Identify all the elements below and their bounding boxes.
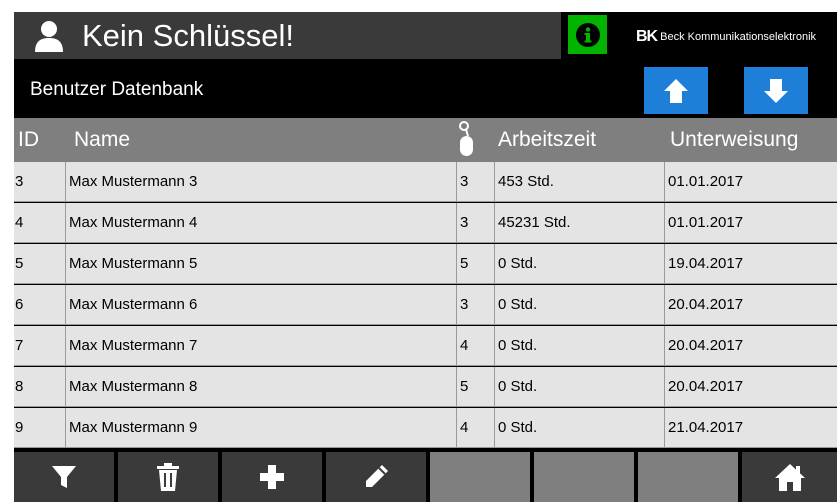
cell-name: Max Mustermann 3	[66, 162, 457, 202]
home-icon	[774, 464, 805, 491]
app-window: Kein Schlüssel! BK Beck Kommunikationsel…	[14, 12, 837, 502]
column-header-key[interactable]	[457, 120, 475, 158]
column-header-time[interactable]: Arbeitszeit	[498, 128, 596, 152]
cell-id: 9	[14, 408, 66, 448]
cell-id: 8	[14, 367, 66, 407]
column-header-name[interactable]: Name	[74, 128, 130, 152]
company-logo: BK Beck Kommunikationselektronik	[636, 28, 816, 46]
cell-training: 19.04.2017	[668, 255, 744, 272]
toolbar-empty-slot	[638, 452, 738, 502]
user-icon	[35, 20, 63, 52]
filter-icon	[52, 466, 76, 488]
filter-button[interactable]	[14, 452, 114, 502]
cell-id: 3	[14, 162, 66, 202]
table-row[interactable]: 3 Max Mustermann 3 3 453 Std. 01.01.2017	[14, 162, 837, 202]
logo-text: Beck Kommunikationselektronik	[660, 31, 817, 43]
trash-icon	[157, 463, 179, 491]
table-row[interactable]: 7 Max Mustermann 7 4 0 Std. 20.04.2017	[14, 326, 837, 366]
pencil-icon	[366, 465, 388, 487]
toolbar-empty-slot	[430, 452, 530, 502]
mouse-key-icon	[459, 121, 473, 156]
scroll-down-button[interactable]	[744, 67, 808, 114]
cell-id: 7	[14, 326, 66, 366]
info-button[interactable]	[568, 15, 607, 54]
table-row[interactable]: 6 Max Mustermann 6 3 0 Std. 20.04.2017	[14, 285, 837, 325]
column-header-id[interactable]: ID	[18, 128, 39, 152]
plus-icon	[260, 465, 284, 489]
cell-training: 20.04.2017	[668, 337, 744, 354]
scroll-up-button[interactable]	[644, 67, 708, 114]
cell-time: 0 Std.	[495, 408, 665, 448]
cell-name: Max Mustermann 9	[66, 408, 457, 448]
cell-name: Max Mustermann 8	[66, 367, 457, 407]
cell-time: 0 Std.	[495, 285, 665, 325]
info-circle-icon	[575, 22, 600, 47]
cell-training: 20.04.2017	[668, 296, 744, 313]
table-header: ID Name Arbeitszeit Unterweisung	[14, 118, 837, 162]
add-button[interactable]	[222, 452, 322, 502]
table-row[interactable]: 5 Max Mustermann 5 5 0 Std. 19.04.2017	[14, 244, 837, 284]
subheader-bar: Benutzer Datenbank	[14, 67, 837, 116]
cell-time: 45231 Std.	[495, 203, 665, 243]
cell-key: 5	[457, 244, 495, 284]
cell-time: 453 Std.	[495, 162, 665, 202]
delete-button[interactable]	[118, 452, 218, 502]
cell-key: 3	[457, 203, 495, 243]
cell-time: 0 Std.	[495, 244, 665, 284]
logo-mark: BK	[636, 28, 658, 45]
cell-time: 0 Std.	[495, 367, 665, 407]
header-bar: Kein Schlüssel! BK Beck Kommunikationsel…	[14, 12, 837, 59]
cell-name: Max Mustermann 6	[66, 285, 457, 325]
cell-time: 0 Std.	[495, 326, 665, 366]
cell-id: 5	[14, 244, 66, 284]
cell-training: 01.01.2017	[668, 173, 744, 190]
column-header-training[interactable]: Unterweisung	[670, 128, 798, 152]
table-row[interactable]: 9 Max Mustermann 9 4 0 Std. 21.04.2017	[14, 408, 837, 448]
key-status-bar: Kein Schlüssel!	[14, 12, 561, 59]
edit-button[interactable]	[326, 452, 426, 502]
arrow-down-icon	[764, 78, 788, 103]
cell-name: Max Mustermann 5	[66, 244, 457, 284]
cell-name: Max Mustermann 4	[66, 203, 457, 243]
key-status-title: Kein Schlüssel!	[82, 17, 294, 53]
toolbar-empty-slot	[534, 452, 634, 502]
cell-id: 4	[14, 203, 66, 243]
cell-training: 01.01.2017	[668, 214, 744, 231]
section-title: Benutzer Datenbank	[30, 79, 204, 100]
table-row[interactable]: 8 Max Mustermann 8 5 0 Std. 20.04.2017	[14, 367, 837, 407]
bottom-toolbar	[14, 452, 837, 502]
cell-key: 3	[457, 285, 495, 325]
arrow-up-icon	[664, 78, 688, 103]
table-body: 3 Max Mustermann 3 3 453 Std. 01.01.2017…	[14, 162, 837, 448]
cell-id: 6	[14, 285, 66, 325]
cell-training: 21.04.2017	[668, 419, 744, 436]
table-row[interactable]: 4 Max Mustermann 4 3 45231 Std. 01.01.20…	[14, 203, 837, 243]
home-button[interactable]	[742, 452, 837, 502]
cell-training: 20.04.2017	[668, 378, 744, 395]
cell-key: 5	[457, 367, 495, 407]
cell-key: 3	[457, 162, 495, 202]
cell-key: 4	[457, 326, 495, 366]
cell-name: Max Mustermann 7	[66, 326, 457, 366]
cell-key: 4	[457, 408, 495, 448]
